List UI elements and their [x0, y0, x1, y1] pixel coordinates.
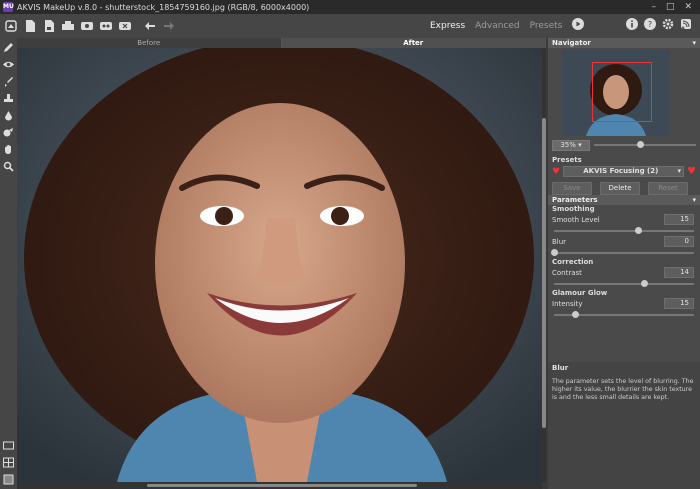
open-file-icon[interactable] [22, 18, 38, 34]
eye-icon[interactable] [0, 56, 17, 72]
title-bar: MU AKVIS MakeUp v.8.0 - shutterstock_185… [0, 0, 700, 14]
hand-icon[interactable] [0, 141, 17, 157]
group-smoothing: Smoothing [552, 205, 595, 213]
tab-after[interactable]: After [281, 38, 546, 48]
home-icon[interactable] [3, 18, 19, 34]
param-intensity: Intensity 15 [548, 298, 700, 320]
minimize-button[interactable]: – [651, 2, 656, 12]
pencil-icon[interactable] [0, 39, 17, 55]
intensity-slider[interactable] [554, 311, 694, 318]
settings-panel: Navigator ▾ 35% ▾ Presets ♥ AKVIS Focusin… [548, 38, 700, 489]
feed-icon[interactable] [680, 18, 692, 32]
horizontal-scrollbar[interactable] [17, 482, 542, 489]
help-panel: Blur The parameter sets the level of blu… [548, 362, 700, 489]
settings-icon[interactable] [662, 18, 674, 32]
print-icon[interactable] [60, 18, 76, 34]
group-glamour-glow: Glamour Glow [552, 289, 608, 297]
run-icon[interactable] [572, 18, 585, 33]
right-toolbar: ? [626, 18, 692, 32]
mode-advanced[interactable]: Advanced [475, 21, 519, 31]
preset-dropdown[interactable]: AKVIS Focusing (2) ▾ [563, 166, 685, 177]
app-logo: MU [3, 2, 14, 12]
single-view-icon[interactable] [0, 437, 17, 453]
redo-icon[interactable] [161, 18, 177, 34]
brush-icon[interactable] [0, 73, 17, 89]
window-controls: – □ ✕ [651, 2, 700, 12]
split-view-icon[interactable] [0, 454, 17, 470]
blur-slider[interactable] [551, 249, 694, 256]
close-button[interactable]: ✕ [684, 2, 692, 12]
parameters-collapse-icon[interactable]: ▾ [692, 195, 700, 205]
navigator-viewport-frame[interactable] [592, 62, 652, 122]
batch-icon[interactable] [98, 18, 114, 34]
tools-bar [0, 38, 17, 489]
delete-preset-button[interactable]: Delete [600, 182, 640, 195]
mode-switch: Express Advanced Presets [430, 18, 585, 33]
main-toolbar: Express Advanced Presets ? [0, 14, 700, 38]
zoom-slider[interactable] [594, 141, 696, 148]
blur-knob[interactable] [551, 249, 558, 256]
undo-icon[interactable] [142, 18, 158, 34]
maximize-button[interactable]: □ [666, 2, 675, 12]
window-title: AKVIS MakeUp v.8.0 - shutterstock_185475… [17, 2, 310, 12]
reset-preset-button[interactable]: Reset [648, 182, 688, 195]
tab-before[interactable]: Before [17, 38, 282, 48]
help-text: The parameter sets the level of blurring… [552, 378, 694, 401]
eraser-icon[interactable] [0, 124, 17, 140]
mode-express[interactable]: Express [430, 21, 465, 31]
collapse-icon[interactable]: ▾ [692, 38, 700, 48]
smooth-level-value[interactable]: 15 [664, 214, 694, 225]
param-smooth-level: Smooth Level 15 [548, 214, 700, 236]
stamp-icon[interactable] [0, 90, 17, 106]
parameters-section: Parameters ▾ Smoothing Smooth Level 15 Bl… [548, 195, 700, 320]
image-canvas[interactable] [17, 48, 542, 482]
param-blur: Blur 0 [548, 236, 700, 258]
help-title: Blur [552, 364, 569, 372]
parameters-title: Parameters [552, 196, 598, 204]
blur-value[interactable]: 0 [664, 236, 694, 247]
svg-text:?: ? [648, 20, 652, 29]
zoom-select[interactable]: 35% ▾ [552, 139, 590, 151]
mode-presets[interactable]: Presets [530, 21, 563, 31]
param-contrast: Contrast 14 [548, 267, 700, 289]
favorite-icon[interactable]: ♥ [552, 167, 560, 177]
navigator-section: Navigator ▾ 35% ▾ [548, 38, 700, 156]
smooth-level-knob[interactable] [635, 227, 642, 234]
presets-title: Presets [552, 156, 582, 164]
vertical-scroll-thumb[interactable] [542, 118, 546, 428]
heart-icon[interactable]: ♥ [687, 166, 696, 177]
horizontal-scroll-thumb[interactable] [147, 484, 417, 487]
help-icon[interactable]: ? [644, 18, 656, 32]
zoom-icon[interactable] [0, 158, 17, 174]
plugin-icon[interactable] [117, 18, 133, 34]
contrast-slider[interactable] [554, 280, 694, 287]
presets-section: Presets ♥ AKVIS Focusing (2) ▾ ♥ Save De… [548, 156, 700, 198]
contrast-value[interactable]: 14 [664, 267, 694, 278]
group-correction: Correction [552, 258, 594, 266]
vertical-scrollbar[interactable] [542, 48, 546, 482]
view-tabs: Before After [17, 38, 546, 48]
background-color-icon[interactable] [0, 471, 17, 487]
drop-icon[interactable] [0, 107, 17, 123]
save-file-icon[interactable] [41, 18, 57, 34]
intensity-knob[interactable] [572, 311, 579, 318]
save-preset-button[interactable]: Save [552, 182, 592, 195]
info-icon[interactable] [626, 18, 638, 32]
navigator-title: Navigator [552, 39, 591, 47]
smooth-level-slider[interactable] [554, 227, 694, 234]
contrast-knob[interactable] [640, 280, 648, 287]
share-icon[interactable] [79, 18, 95, 34]
portrait-photo [17, 48, 542, 482]
navigator-preview[interactable] [562, 50, 670, 136]
intensity-value[interactable]: 15 [664, 298, 694, 309]
zoom-slider-knob[interactable] [636, 141, 644, 148]
